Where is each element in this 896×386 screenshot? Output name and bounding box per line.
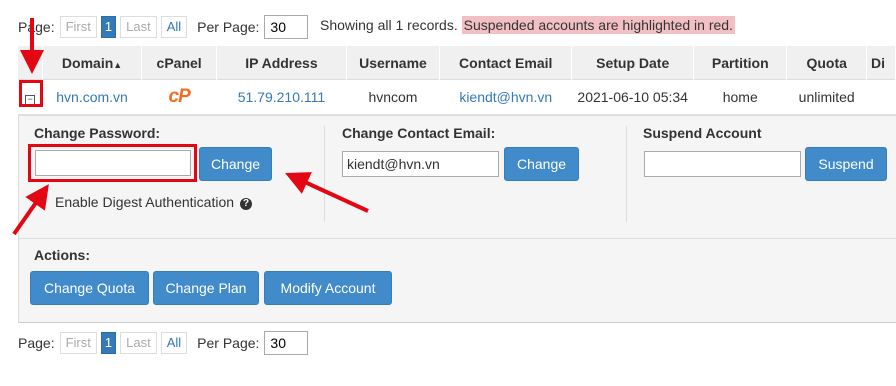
page-label: Page:	[18, 335, 55, 351]
header-expand	[18, 46, 43, 80]
header-cpanel: cPanel	[141, 46, 218, 80]
divider	[626, 126, 627, 222]
records-status: Showing all 1 records. Suspended account…	[320, 16, 735, 34]
current-page-button[interactable]: 1	[100, 16, 117, 38]
username-value: hvncom	[346, 79, 440, 115]
suspended-note: Suspended accounts are highlighted in re…	[461, 16, 735, 34]
per-page-input[interactable]	[264, 15, 309, 39]
page-label: Page:	[18, 19, 55, 35]
change-password-button[interactable]: Change	[199, 147, 272, 181]
table-header-row: Domain▲ cPanel IP Address Username Conta…	[18, 46, 896, 80]
annotation-box-password	[28, 144, 197, 182]
header-partition[interactable]: Partition	[693, 46, 788, 80]
header-quota[interactable]: Quota	[786, 46, 867, 80]
table-row: − hvn.com.vn cP 51.79.210.111 hvncom kie…	[18, 79, 896, 115]
domain-link[interactable]: hvn.com.vn	[42, 79, 142, 115]
sort-ascending-icon: ▲	[113, 59, 123, 70]
contact-email-input[interactable]	[342, 151, 499, 177]
change-email-button[interactable]: Change	[504, 147, 579, 181]
first-page-button[interactable]: First	[59, 332, 97, 354]
header-domain[interactable]: Domain▲	[42, 46, 143, 80]
annotation-box-toggle	[19, 80, 43, 107]
contact-email-link[interactable]: kiendt@hvn.vn	[439, 79, 572, 115]
pager-top: Page: First 1 Last All Per Page:	[18, 15, 309, 39]
change-quota-button[interactable]: Change Quota	[30, 271, 149, 305]
ip-address-link[interactable]: 51.79.210.111	[216, 79, 347, 115]
pager-bottom: Page: First 1 Last All Per Page:	[18, 331, 309, 355]
actions-title: Actions:	[34, 247, 90, 263]
disk-value	[866, 79, 896, 115]
digest-auth-label: Enable Digest Authentication	[55, 194, 235, 210]
actions-divider	[19, 238, 896, 239]
header-username[interactable]: Username	[346, 46, 441, 80]
showing-text: Showing all 1 records.	[320, 17, 458, 33]
all-pages-button[interactable]: All	[160, 332, 188, 354]
accounts-table: Domain▲ cPanel IP Address Username Conta…	[18, 46, 896, 115]
last-page-button[interactable]: Last	[120, 332, 157, 354]
quota-value: unlimited	[786, 79, 867, 115]
suspend-button[interactable]: Suspend	[805, 147, 887, 181]
digest-auth-option[interactable]: Enable Digest Authentication?	[55, 194, 253, 210]
cpanel-cell: cP	[141, 79, 217, 115]
partition-value: home	[693, 79, 787, 115]
change-email-title: Change Contact Email:	[342, 125, 496, 141]
header-disk[interactable]: Di	[866, 46, 896, 80]
change-plan-button[interactable]: Change Plan	[153, 271, 259, 305]
header-contact-email[interactable]: Contact Email	[439, 46, 573, 80]
per-page-input[interactable]	[264, 331, 309, 355]
all-pages-button[interactable]: All	[160, 16, 188, 38]
modify-account-button[interactable]: Modify Account	[264, 271, 392, 305]
per-page-label: Per Page:	[197, 19, 260, 35]
first-page-button[interactable]: First	[59, 16, 97, 38]
suspend-account-title: Suspend Account	[643, 125, 762, 141]
help-icon[interactable]: ?	[240, 198, 253, 210]
header-ip-address[interactable]: IP Address	[216, 46, 347, 80]
change-password-title: Change Password:	[34, 125, 161, 141]
last-page-button[interactable]: Last	[120, 16, 157, 38]
suspend-reason-input[interactable]	[644, 151, 801, 177]
header-setup-date[interactable]: Setup Date	[571, 46, 695, 80]
per-page-label: Per Page:	[197, 335, 260, 351]
divider	[324, 126, 325, 222]
cpanel-logo-icon[interactable]: cP	[169, 86, 191, 107]
current-page-button[interactable]: 1	[100, 332, 117, 354]
setup-date-value: 2021-06-10 05:34	[571, 79, 694, 115]
